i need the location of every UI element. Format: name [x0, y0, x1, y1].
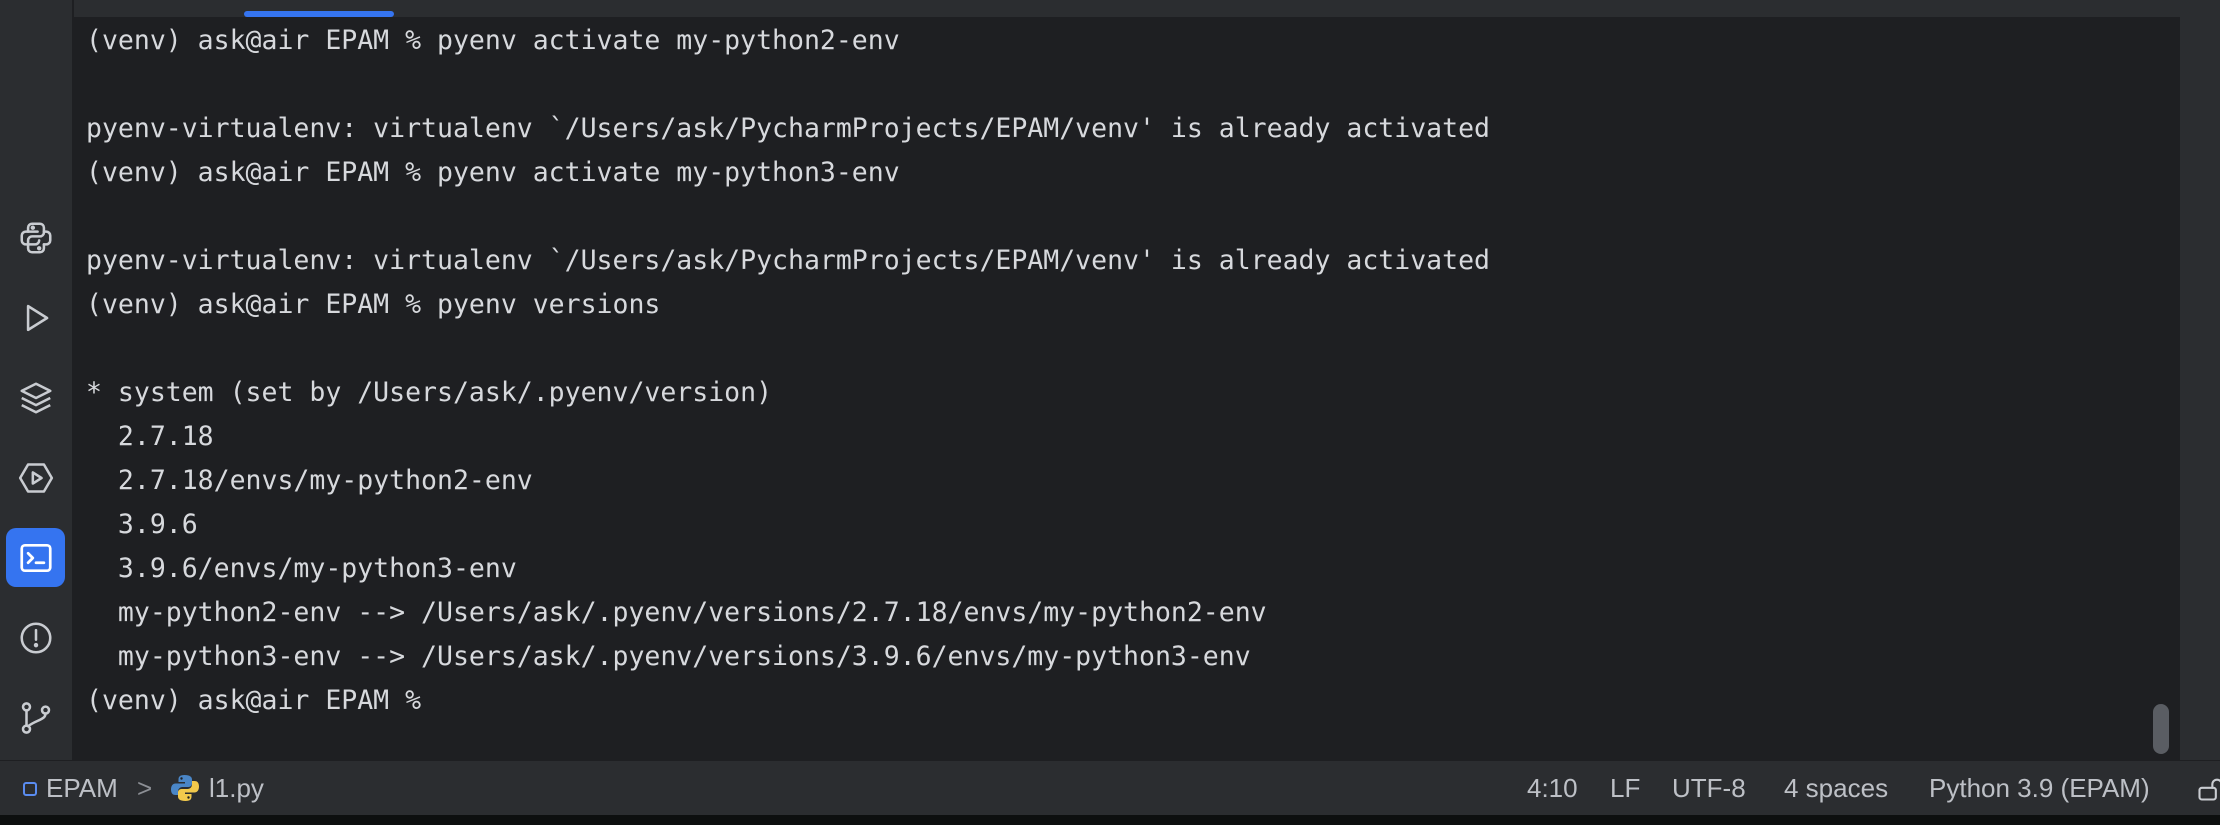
problems-icon [19, 621, 52, 654]
terminal-line: 2.7.18/envs/my-python2-env [86, 465, 533, 496]
desktop-edge [0, 815, 2220, 825]
breadcrumb-project[interactable]: EPAM [46, 773, 118, 803]
run-button[interactable] [6, 288, 65, 347]
terminal-line: 3.9.6/envs/my-python3-env [86, 553, 517, 584]
terminal-line: my-python2-env --> /Users/ask/.pyenv/ver… [86, 597, 1267, 628]
git-icon [21, 701, 50, 734]
line-ending[interactable]: LF [1610, 773, 1640, 803]
run-icon [26, 304, 48, 331]
terminal-line: pyenv-virtualenv: virtualenv `/Users/ask… [86, 245, 1490, 276]
python-interpreter[interactable]: Python 3.9 (EPAM) [1929, 773, 2150, 803]
cursor-position[interactable]: 4:10 [1527, 773, 1578, 803]
status-bar: EPAM > l1.py 4:10 LF UTF-8 4 spaces Pyth… [0, 760, 2220, 815]
lock-icon[interactable] [2196, 775, 2220, 803]
python-packages-icon [19, 221, 52, 254]
terminal-line: * system (set by /Users/ask/.pyenv/versi… [86, 377, 773, 408]
terminal-button[interactable] [6, 528, 65, 587]
layers-button[interactable] [6, 368, 65, 427]
ide-window: (venv) ask@air EPAM % pyenv activate my-… [0, 0, 2220, 825]
terminal-panel[interactable]: (venv) ask@air EPAM % pyenv activate my-… [74, 0, 2180, 760]
terminal-line: (venv) ask@air EPAM % pyenv versions [86, 289, 661, 320]
layers-icon [19, 381, 52, 414]
right-tool-strip [2180, 0, 2220, 760]
services-button[interactable] [6, 448, 65, 507]
terminal-output[interactable]: (venv) ask@air EPAM % pyenv activate my-… [86, 19, 1490, 723]
breadcrumb-file[interactable]: l1.py [209, 773, 264, 803]
terminal-icon [19, 543, 52, 572]
breadcrumb-separator: > [137, 773, 153, 803]
project-icon [23, 782, 37, 796]
terminal-line: 3.9.6 [86, 509, 198, 540]
file-encoding[interactable]: UTF-8 [1672, 773, 1746, 803]
terminal-tab-bar [74, 0, 2180, 17]
terminal-line: 2.7.18 [86, 421, 214, 452]
problems-button[interactable] [6, 608, 65, 667]
terminal-line: pyenv-virtualenv: virtualenv `/Users/ask… [86, 113, 1490, 144]
terminal-line: my-python3-env --> /Users/ask/.pyenv/ver… [86, 641, 1251, 672]
tool-window-strip [0, 0, 73, 760]
services-icon [18, 462, 53, 493]
terminal-line: (venv) ask@air EPAM % [86, 685, 437, 716]
git-button[interactable] [6, 688, 65, 747]
terminal-scrollbar-thumb[interactable] [2153, 704, 2169, 754]
terminal-line: (venv) ask@air EPAM % pyenv activate my-… [86, 157, 900, 188]
python-file-icon [171, 775, 199, 801]
terminal-line: (venv) ask@air EPAM % pyenv activate my-… [86, 25, 900, 56]
terminal-active-tab-indicator[interactable] [244, 11, 394, 17]
indent-setting[interactable]: 4 spaces [1784, 773, 1888, 803]
python-packages-button[interactable] [6, 208, 65, 267]
